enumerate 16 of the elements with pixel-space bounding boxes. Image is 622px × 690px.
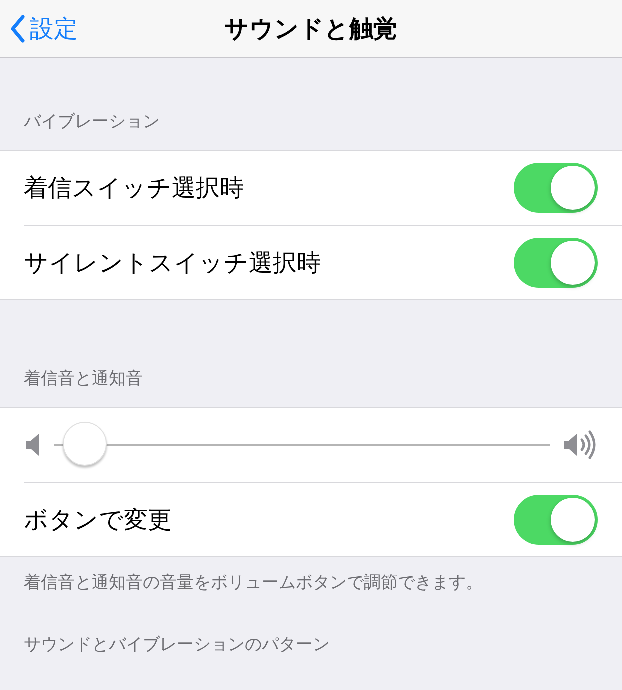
section-footer: 着信音と通知音の音量をボリュームボタンで調節できます。 <box>24 573 483 593</box>
volume-slider[interactable] <box>54 422 550 468</box>
section-header: 着信音と通知音 <box>24 368 143 390</box>
setting-label: サイレントスイッチ選択時 <box>24 248 321 278</box>
toggle-switch[interactable] <box>514 494 598 544</box>
section-header: サウンドとバイブレーションのパターン <box>24 634 330 656</box>
back-button[interactable]: 設定 <box>10 0 78 57</box>
screen-title: サウンドと触覚 <box>224 14 398 44</box>
chevron-left-icon <box>10 14 26 42</box>
setting-label: 着信スイッチ選択時 <box>24 173 244 204</box>
slider-thumb[interactable] <box>63 422 108 466</box>
toggle-switch[interactable] <box>514 163 598 213</box>
setting-label: ボタンで変更 <box>24 504 172 536</box>
toggle-switch[interactable] <box>514 238 598 288</box>
volume-high-icon <box>562 430 598 460</box>
section-header: バイブレーション <box>24 110 160 134</box>
